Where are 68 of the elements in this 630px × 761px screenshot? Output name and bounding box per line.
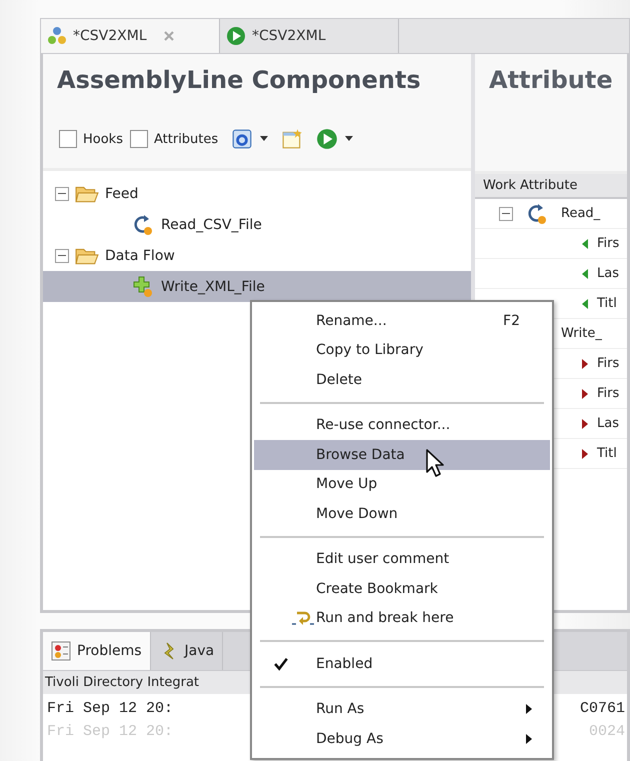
tree-item[interactable]: Data Flow [43,240,471,271]
collapse-icon[interactable] [55,186,69,200]
tree-label: Read_CSV_File [161,216,262,232]
submenu-arrow-icon [526,734,532,744]
tab-label: *CSV2XML [73,28,147,44]
circles-icon [47,26,67,46]
menu-item[interactable]: Browse Data [254,440,550,470]
caret-icon[interactable] [260,136,268,142]
menu-item[interactable]: Copy to Library [254,336,550,365]
left-arrow-icon [581,268,589,278]
left-arrow-icon [581,298,589,308]
menu-item[interactable]: Run and break here [254,604,550,633]
tab-label: Problems [77,643,142,659]
section-title: Attribute [475,54,627,174]
menu-item[interactable]: Rename... F2 [254,306,550,336]
step-arrow-icon [291,610,315,626]
editor-tab[interactable]: *CSV2XML [41,19,220,53]
view-tab[interactable]: Java [150,632,224,670]
tree-item[interactable]: Feed [43,178,471,209]
tree-label[interactable]: Las [597,266,619,281]
menu-item[interactable]: Move Down [254,499,550,528]
tree-label[interactable]: Firs [597,386,620,401]
menu-item[interactable]: Edit user comment [254,544,550,574]
problems-icon [51,641,71,661]
menu-item[interactable]: Move Up [254,470,550,499]
tree-label: Write_XML_File [161,278,265,294]
mouse-pointer-icon [425,448,445,478]
view-tab[interactable]: Problems [43,632,151,670]
tree-label[interactable]: Titl [597,446,617,461]
play-icon[interactable] [316,128,338,150]
submenu-arrow-icon [526,704,532,714]
menu-item[interactable]: Delete [254,365,550,394]
right-arrow-icon [581,388,589,398]
right-arrow-icon [581,418,589,428]
collapse-icon[interactable] [499,206,513,220]
tree-label[interactable]: Titl [597,296,617,311]
plus-icon [131,276,155,298]
checkbox[interactable] [59,130,77,148]
left-arrow-icon [581,238,589,248]
checkmark-icon [274,656,288,671]
tree-label[interactable]: Las [597,416,619,431]
caret-icon[interactable] [345,136,354,142]
section-title: AssemblyLine Components [43,54,471,110]
menu-item[interactable]: Re-use connector... [254,410,550,440]
right-arrow-icon [581,358,589,368]
column-header[interactable]: Work Attribute [475,174,627,199]
tree-item[interactable]: Read_CSV_File [43,209,471,240]
tab-label: Java [184,643,214,659]
checkbox-label: Attributes [154,132,218,146]
console-text: Fri Sep 12 20: [47,700,174,717]
checkbox-label: Hooks [83,132,123,146]
tree-label[interactable]: Write_ [561,326,602,341]
tree-label[interactable]: Firs [597,356,620,371]
menu-item[interactable]: Debug As [254,724,550,754]
tree-label: Feed [105,186,138,202]
right-arrow-icon [581,448,589,458]
shortcut-text: F2 [503,312,520,329]
play-icon [226,26,246,46]
checkbox[interactable] [130,130,148,148]
tree-label[interactable]: Read_ [561,206,600,221]
collapse-icon[interactable] [55,248,69,262]
tab-label: *CSV2XML [252,28,326,44]
tree-item[interactable]: Write_XML_File [43,271,471,302]
console-text: C0761 [580,700,625,717]
menu-item[interactable]: Run As [254,694,550,724]
tree-label: Data Flow [105,248,175,264]
menu-item[interactable]: Create Bookmark [254,574,550,604]
tree-label[interactable]: Firs [597,236,620,251]
